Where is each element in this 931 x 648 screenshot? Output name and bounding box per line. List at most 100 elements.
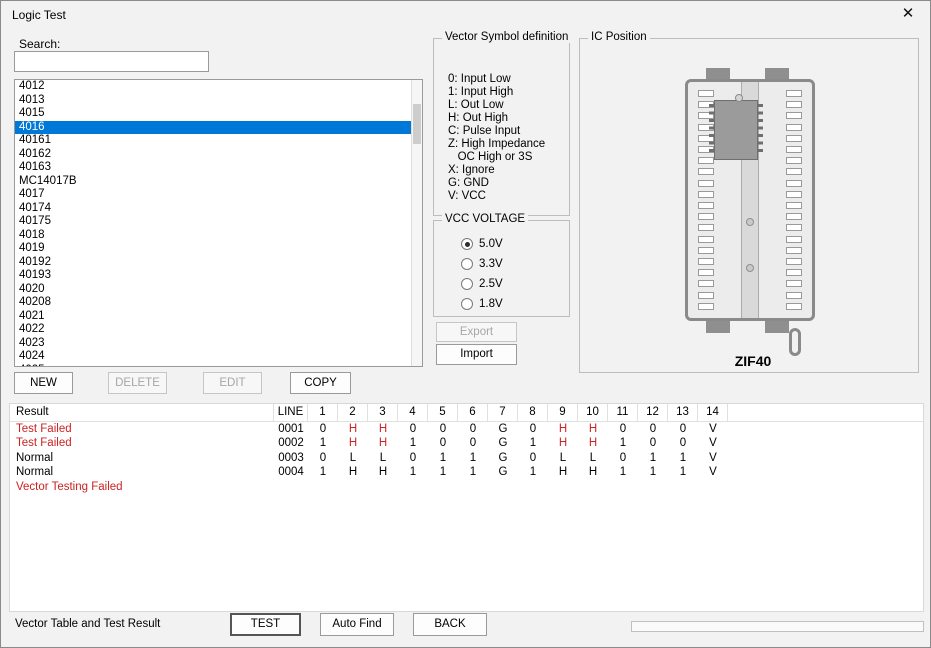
radio-icon bbox=[461, 238, 473, 250]
table-header-cell[interactable]: 1 bbox=[308, 404, 338, 421]
ic-position-group: IC Position ZIF40 bbox=[579, 38, 919, 373]
table-row[interactable]: Test Failed00021HH100G1HH100V bbox=[10, 436, 923, 450]
list-item-4021[interactable]: 4021 bbox=[15, 310, 411, 324]
vector-result-table: ResultLINE1234567891011121314 Test Faile… bbox=[9, 403, 924, 612]
table-header-cell[interactable]: 10 bbox=[578, 404, 608, 421]
edit-button[interactable]: EDIT bbox=[203, 372, 262, 394]
pin-slot bbox=[786, 124, 802, 131]
radio-option-5.0V[interactable]: 5.0V bbox=[461, 234, 503, 254]
line-cell: 0002 bbox=[274, 436, 308, 450]
vector-cell: 0 bbox=[428, 436, 458, 450]
vcc-voltage-group-title: VCC VOLTAGE bbox=[442, 213, 528, 225]
list-item-40174[interactable]: 40174 bbox=[15, 202, 411, 216]
list-item-40163[interactable]: 40163 bbox=[15, 161, 411, 175]
list-item-40162[interactable]: 40162 bbox=[15, 148, 411, 162]
table-body: Test Failed00010HH000G0HH000VTest Failed… bbox=[10, 422, 923, 494]
vector-cell: 1 bbox=[308, 436, 338, 450]
search-input[interactable] bbox=[14, 51, 209, 72]
table-header-cell[interactable]: LINE bbox=[274, 404, 308, 421]
vector-cell: L bbox=[368, 451, 398, 465]
list-item-4013[interactable]: 4013 bbox=[15, 94, 411, 108]
table-header-cell[interactable]: 11 bbox=[608, 404, 638, 421]
vector-symbol-line: OC High or 3S bbox=[448, 151, 545, 164]
radio-option-3.3V[interactable]: 3.3V bbox=[461, 254, 503, 274]
vector-cell: 0 bbox=[608, 451, 638, 465]
delete-button[interactable]: DELETE bbox=[108, 372, 167, 394]
pin-slot bbox=[786, 280, 802, 287]
table-header-cell[interactable]: 9 bbox=[548, 404, 578, 421]
table-header-cell[interactable]: 6 bbox=[458, 404, 488, 421]
line-cell bbox=[274, 480, 308, 494]
list-item-4016[interactable]: 4016 bbox=[15, 121, 411, 135]
pin-slot bbox=[786, 224, 802, 231]
ic-listbox[interactable]: 4012401340154016401614016240163MC14017B4… bbox=[14, 79, 423, 367]
radio-label: 2.5V bbox=[479, 278, 503, 290]
table-header-cell[interactable]: 12 bbox=[638, 404, 668, 421]
line-cell: 0003 bbox=[274, 451, 308, 465]
table-header-cell[interactable]: 5 bbox=[428, 404, 458, 421]
list-item-40208[interactable]: 40208 bbox=[15, 296, 411, 310]
table-row[interactable]: Vector Testing Failed bbox=[10, 480, 923, 494]
table-header-cell[interactable]: 14 bbox=[698, 404, 728, 421]
export-button[interactable]: Export bbox=[436, 322, 517, 342]
list-item-MC14017B[interactable]: MC14017B bbox=[15, 175, 411, 189]
table-header-cell[interactable]: 3 bbox=[368, 404, 398, 421]
table-row[interactable]: Normal00041HH111G1HH111V bbox=[10, 465, 923, 479]
vector-symbol-line: L: Out Low bbox=[448, 99, 545, 112]
vector-cell: 1 bbox=[428, 465, 458, 479]
radio-label: 3.3V bbox=[479, 258, 503, 270]
vector-cell: 0 bbox=[638, 422, 668, 436]
radio-option-1.8V[interactable]: 1.8V bbox=[461, 294, 503, 314]
list-item-40193[interactable]: 40193 bbox=[15, 269, 411, 283]
radio-option-2.5V[interactable]: 2.5V bbox=[461, 274, 503, 294]
list-item-4020[interactable]: 4020 bbox=[15, 283, 411, 297]
status-text: Vector Table and Test Result bbox=[15, 618, 160, 630]
table-header-cell[interactable]: 4 bbox=[398, 404, 428, 421]
list-item-4012[interactable]: 4012 bbox=[15, 80, 411, 94]
pin-slot bbox=[698, 224, 714, 231]
list-item-4023[interactable]: 4023 bbox=[15, 337, 411, 351]
vector-symbol-line: X: Ignore bbox=[448, 164, 545, 177]
vector-cell: 0 bbox=[608, 422, 638, 436]
list-scrollbar-thumb[interactable] bbox=[413, 104, 421, 144]
list-item-4022[interactable]: 4022 bbox=[15, 323, 411, 337]
table-header-cell[interactable]: 13 bbox=[668, 404, 698, 421]
new-button[interactable]: NEW bbox=[14, 372, 73, 394]
table-header-cell[interactable]: 2 bbox=[338, 404, 368, 421]
list-scrollbar[interactable] bbox=[411, 80, 422, 366]
list-item-40175[interactable]: 40175 bbox=[15, 215, 411, 229]
test-button[interactable]: TEST bbox=[230, 613, 301, 636]
list-item-4025[interactable]: 4025 bbox=[15, 364, 411, 367]
list-item-4018[interactable]: 4018 bbox=[15, 229, 411, 243]
list-item-4017[interactable]: 4017 bbox=[15, 188, 411, 202]
list-item-40161[interactable]: 40161 bbox=[15, 134, 411, 148]
vector-cell: L bbox=[338, 451, 368, 465]
vector-cell: H bbox=[548, 436, 578, 450]
auto-find-button[interactable]: Auto Find bbox=[320, 613, 394, 636]
list-item-4024[interactable]: 4024 bbox=[15, 350, 411, 364]
table-header-cell[interactable]: Result bbox=[10, 404, 274, 421]
search-label: Search: bbox=[19, 37, 60, 51]
close-icon[interactable]: ✕ bbox=[899, 5, 917, 23]
vector-symbol-line: H: Out High bbox=[448, 112, 545, 125]
table-row[interactable]: Test Failed00010HH000G0HH000V bbox=[10, 422, 923, 436]
list-item-4015[interactable]: 4015 bbox=[15, 107, 411, 121]
result-cell: Test Failed bbox=[10, 422, 274, 436]
pin-slot bbox=[698, 292, 714, 299]
copy-button[interactable]: COPY bbox=[290, 372, 351, 394]
vector-cell: H bbox=[548, 422, 578, 436]
vector-cell: H bbox=[578, 436, 608, 450]
table-header-cell[interactable]: 8 bbox=[518, 404, 548, 421]
import-button[interactable]: Import bbox=[436, 344, 517, 365]
vector-cell: H bbox=[338, 436, 368, 450]
list-item-40192[interactable]: 40192 bbox=[15, 256, 411, 270]
pin-slot bbox=[698, 90, 714, 97]
window-title: Logic Test bbox=[12, 8, 66, 22]
table-row[interactable]: Normal00030LL011G0LL011V bbox=[10, 451, 923, 465]
vector-cell: 1 bbox=[518, 436, 548, 450]
vector-cell: G bbox=[488, 465, 518, 479]
table-header-cell[interactable]: 7 bbox=[488, 404, 518, 421]
pin-slot bbox=[698, 202, 714, 209]
back-button[interactable]: BACK bbox=[413, 613, 487, 636]
list-item-4019[interactable]: 4019 bbox=[15, 242, 411, 256]
